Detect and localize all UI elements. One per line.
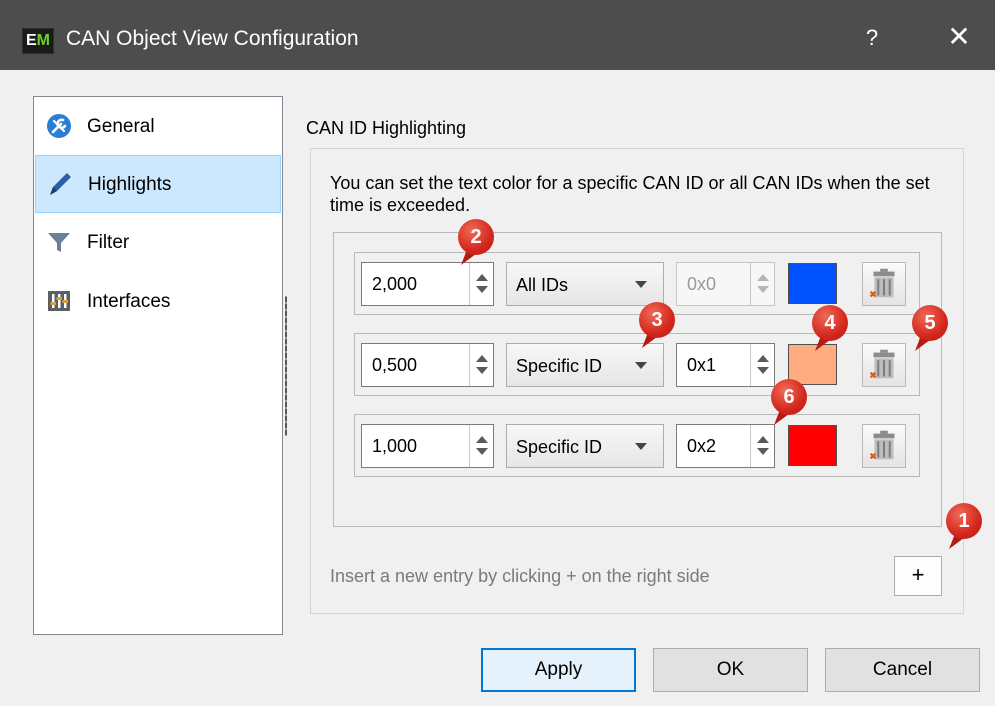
time-value: 1,000 bbox=[372, 436, 418, 456]
trash-icon bbox=[869, 349, 895, 379]
pencil-icon bbox=[50, 173, 71, 195]
spin-up-icon bbox=[476, 274, 488, 281]
time-value: 0,500 bbox=[372, 355, 418, 375]
spin-down-icon bbox=[476, 448, 488, 455]
add-entry-hint: Insert a new entry by clicking + on the … bbox=[330, 566, 710, 586]
spin-up-icon bbox=[757, 436, 769, 443]
help-button[interactable]: ? bbox=[860, 23, 884, 53]
spin-down-icon bbox=[757, 367, 769, 374]
cancel-button[interactable]: Cancel bbox=[825, 648, 980, 692]
chevron-down-icon bbox=[635, 281, 647, 288]
spin-up-icon bbox=[476, 355, 488, 362]
marker-number: 3 bbox=[639, 302, 675, 338]
sidebar-item-label: General bbox=[87, 116, 155, 137]
color-swatch[interactable] bbox=[788, 263, 837, 304]
app-logo-icon: EM bbox=[22, 28, 54, 54]
spin-down-icon bbox=[757, 448, 769, 455]
mode-value: All IDs bbox=[516, 275, 569, 295]
interfaces-icon bbox=[48, 291, 70, 311]
time-spinbox[interactable]: 2,000 bbox=[361, 262, 494, 306]
spin-down-icon bbox=[757, 286, 769, 293]
sidebar-item-highlights[interactable]: Highlights bbox=[35, 155, 281, 213]
general-icon bbox=[47, 114, 71, 138]
title-bar: EM CAN Object View Configuration ? ✕ bbox=[0, 0, 995, 70]
mode-dropdown[interactable]: Specific ID bbox=[506, 424, 664, 468]
delete-button[interactable] bbox=[862, 343, 906, 387]
time-spinbox[interactable]: 0,500 bbox=[361, 343, 494, 387]
spin-arrows bbox=[750, 263, 774, 305]
marker-number: 1 bbox=[946, 503, 982, 539]
can-id-spinbox[interactable]: 0x2 bbox=[676, 424, 775, 468]
sidebar-item-general[interactable]: General bbox=[35, 98, 281, 156]
callout-marker: 6 bbox=[771, 379, 807, 425]
funnel-icon bbox=[48, 233, 70, 252]
trash-icon bbox=[869, 268, 895, 298]
mode-value: Specific ID bbox=[516, 356, 603, 376]
mode-dropdown[interactable]: All IDs bbox=[506, 262, 664, 306]
settings-sidebar: General Highlights Filter Interfaces bbox=[33, 96, 283, 635]
can-id-value: 0x2 bbox=[687, 436, 717, 456]
trash-icon bbox=[869, 430, 895, 460]
callout-marker: 4 bbox=[812, 305, 848, 351]
chevron-down-icon bbox=[635, 362, 647, 369]
spin-down-icon bbox=[476, 367, 488, 374]
group-description: You can set the text color for a specifi… bbox=[330, 173, 930, 215]
time-spinbox[interactable]: 1,000 bbox=[361, 424, 494, 468]
can-id-value: 0x0 bbox=[687, 274, 717, 294]
spin-arrows[interactable] bbox=[469, 425, 493, 467]
window-title: CAN Object View Configuration bbox=[66, 27, 359, 50]
callout-marker: 2 bbox=[458, 219, 494, 265]
can-id-value: 0x1 bbox=[687, 355, 717, 375]
callout-marker: 3 bbox=[639, 302, 675, 348]
spin-down-icon bbox=[476, 286, 488, 293]
spin-up-icon bbox=[476, 436, 488, 443]
marker-number: 5 bbox=[912, 305, 948, 341]
marker-number: 4 bbox=[812, 305, 848, 341]
callout-marker: 1 bbox=[946, 503, 982, 549]
marker-number: 6 bbox=[771, 379, 807, 415]
color-swatch[interactable] bbox=[788, 425, 837, 466]
spin-up-icon bbox=[757, 274, 769, 281]
sidebar-item-label: Interfaces bbox=[87, 291, 171, 312]
spin-up-icon bbox=[757, 355, 769, 362]
time-value: 2,000 bbox=[372, 274, 418, 294]
spin-arrows[interactable] bbox=[469, 263, 493, 305]
sidebar-item-label: Filter bbox=[87, 232, 130, 253]
marker-number: 2 bbox=[458, 219, 494, 255]
highlight-entry: 1,000 Specific ID 0x2 bbox=[354, 414, 920, 477]
delete-button[interactable] bbox=[862, 424, 906, 468]
can-id-spinbox[interactable]: 0x1 bbox=[676, 343, 775, 387]
apply-button[interactable]: Apply bbox=[481, 648, 636, 692]
sidebar-item-label: Highlights bbox=[88, 174, 172, 195]
spin-arrows[interactable] bbox=[469, 344, 493, 386]
can-id-spinbox: 0x0 bbox=[676, 262, 775, 306]
spin-arrows[interactable] bbox=[750, 425, 774, 467]
mode-value: Specific ID bbox=[516, 437, 603, 457]
callout-marker: 5 bbox=[912, 305, 948, 351]
add-entry-button[interactable]: + bbox=[894, 556, 942, 596]
delete-button[interactable] bbox=[862, 262, 906, 306]
close-button[interactable]: ✕ bbox=[944, 20, 974, 54]
chevron-down-icon bbox=[635, 443, 647, 450]
sidebar-item-filter[interactable]: Filter bbox=[35, 214, 281, 272]
ok-button[interactable]: OK bbox=[653, 648, 808, 692]
group-title: CAN ID Highlighting bbox=[306, 118, 467, 138]
sidebar-item-interfaces[interactable]: Interfaces bbox=[35, 273, 281, 331]
splitter-handle[interactable] bbox=[285, 296, 287, 436]
